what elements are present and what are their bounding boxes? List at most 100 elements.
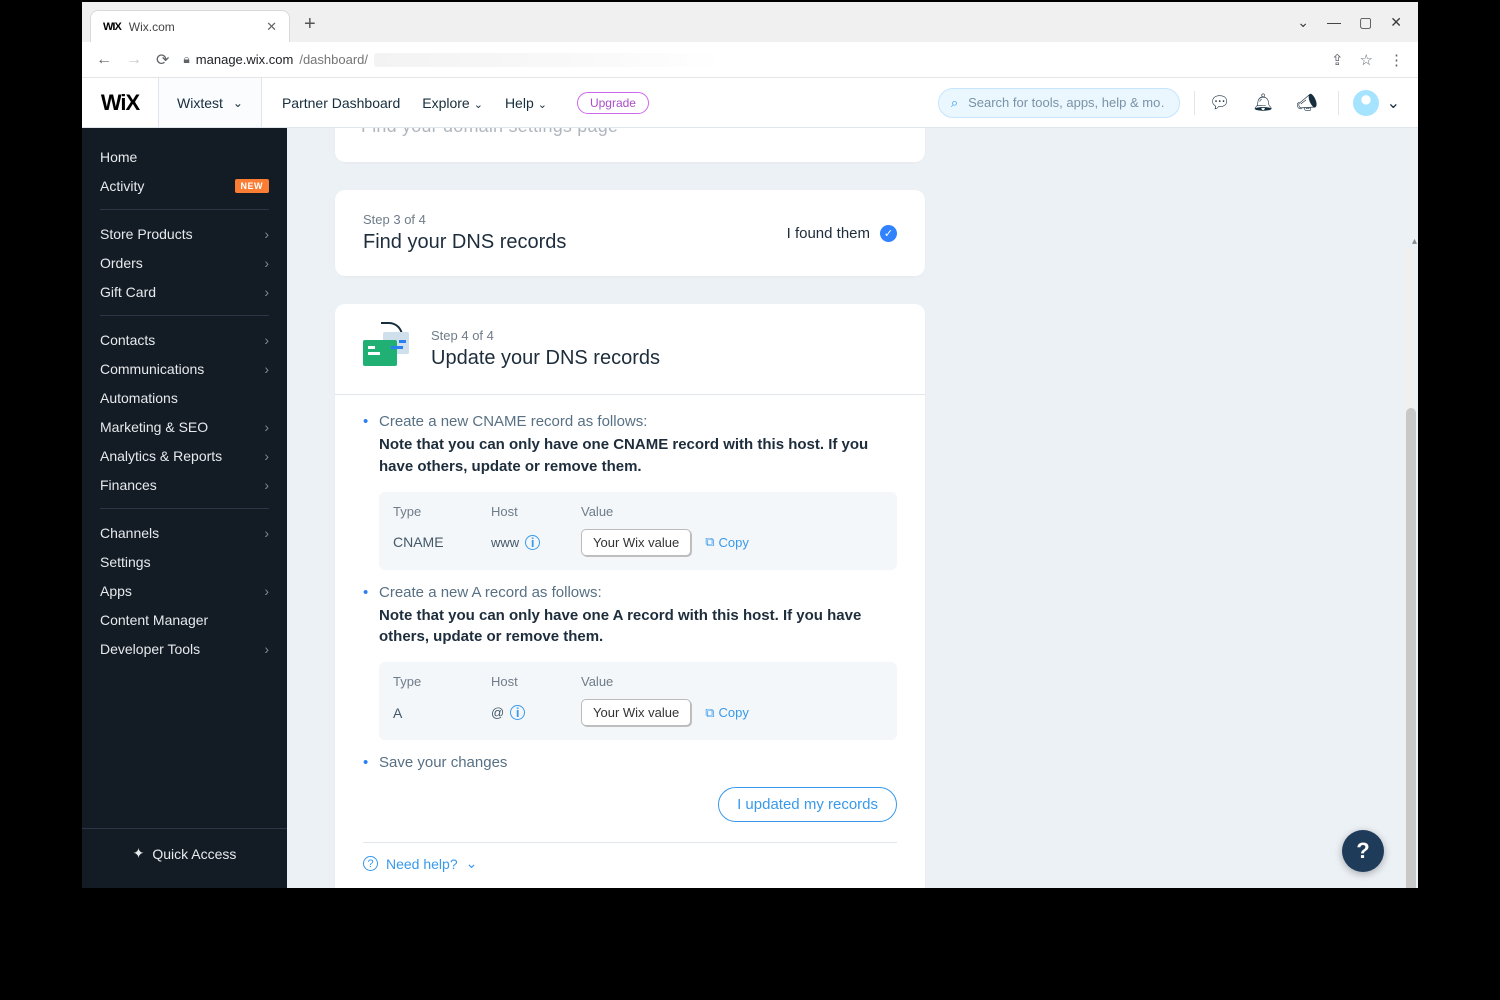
sidebar-item-communications[interactable]: Communications› xyxy=(100,354,269,383)
save-changes-line: Save your changes xyxy=(379,754,507,771)
minimize-icon[interactable]: — xyxy=(1327,14,1341,30)
sidebar-item-label: Gift Card xyxy=(100,284,156,300)
reload-icon[interactable]: ⟳ xyxy=(156,50,169,70)
maximize-icon[interactable]: ▢ xyxy=(1359,14,1372,31)
sidebar-item-analytics-reports[interactable]: Analytics & Reports › xyxy=(100,441,269,470)
chevron-right-icon: › xyxy=(264,448,269,464)
chevron-right-icon: › xyxy=(264,226,269,242)
instruction-item: Create a new CNAME record as follows: No… xyxy=(363,413,897,570)
back-icon[interactable]: ← xyxy=(96,51,112,69)
col-value: Value xyxy=(581,674,613,689)
col-type: Type xyxy=(393,674,491,689)
sidebar-item-finances[interactable]: Finances› xyxy=(100,470,269,499)
instruction-item: Save your changes xyxy=(363,754,897,771)
bell-icon[interactable]: 🔔︎ xyxy=(1252,93,1274,113)
sidebar-item-label: Communications xyxy=(100,361,204,377)
scrollbar-track[interactable] xyxy=(1406,248,1416,890)
search-icon: ⌕ xyxy=(951,95,958,111)
card-step-2-title: Find your domain settings page xyxy=(361,128,899,144)
cname-type: CNAME xyxy=(393,534,491,550)
chevron-down-icon[interactable]: ⌄ xyxy=(1297,14,1309,31)
col-type: Type xyxy=(393,504,491,519)
megaphone-icon[interactable]: 📣︎ xyxy=(1296,93,1318,113)
sidebar-item-channels[interactable]: Channels› xyxy=(100,518,269,547)
quick-access-button[interactable]: ✦ Quick Access xyxy=(82,828,287,878)
chevron-down-icon: ⌄ xyxy=(538,99,547,111)
a-host: @ xyxy=(491,705,504,720)
sidebar-item-label: Orders xyxy=(100,255,143,271)
card-step-2: Find your domain settings page xyxy=(335,128,925,162)
step-label: Step 4 of 4 xyxy=(431,328,660,343)
sidebar-item-content-manager[interactable]: Content Manager xyxy=(100,605,269,634)
card-step-4: Step 4 of 4 Update your DNS records Crea… xyxy=(335,304,925,890)
cname-host: www xyxy=(491,535,519,550)
bookmark-icon[interactable]: ☆ xyxy=(1360,51,1373,69)
chevron-down-icon: ⌄ xyxy=(1387,93,1400,113)
scrollbar-thumb[interactable] xyxy=(1406,408,1416,890)
sidebar-item-gift-card[interactable]: Gift Card › xyxy=(100,277,269,306)
url-host: manage.wix.com xyxy=(196,52,294,67)
lock-icon: 🔒︎ xyxy=(183,52,189,67)
sidebar-item-developer-tools[interactable]: Developer Tools› xyxy=(100,634,269,663)
updated-records-button[interactable]: I updated my records xyxy=(718,787,897,822)
nav-help[interactable]: Help⌄ xyxy=(505,95,547,111)
close-window-icon[interactable]: ✕ xyxy=(1390,14,1402,31)
avatar-icon xyxy=(1353,90,1379,116)
copy-a-button[interactable]: ⧉Copy xyxy=(705,705,749,721)
step-title: Update your DNS records xyxy=(431,347,660,370)
sidebar-item-marketing-seo[interactable]: Marketing & SEO› xyxy=(100,412,269,441)
chevron-right-icon: › xyxy=(264,641,269,657)
main-content: Find your domain settings page Step 3 of… xyxy=(287,128,1418,890)
browser-tab[interactable]: WIX Wix.com ✕ xyxy=(90,10,290,42)
kebab-menu-icon[interactable]: ⋮ xyxy=(1389,51,1404,69)
close-tab-icon[interactable]: ✕ xyxy=(266,19,277,35)
tab-title: Wix.com xyxy=(129,20,258,34)
sidebar-item-automations[interactable]: Automations xyxy=(100,383,269,412)
card-step-3: Step 3 of 4 Find your DNS records I foun… xyxy=(335,190,925,276)
a-value: Your Wix value xyxy=(581,699,691,726)
chevron-right-icon: › xyxy=(264,525,269,541)
quick-access-label: Quick Access xyxy=(152,846,236,862)
need-help-link[interactable]: ? Need help? ⌄ xyxy=(363,842,897,872)
a-record-table: Type Host Value A @i Your Wix value ⧉Cop… xyxy=(379,662,897,740)
site-picker[interactable]: Wixtest ⌄ xyxy=(158,78,262,127)
nav-explore[interactable]: Explore⌄ xyxy=(422,95,483,111)
sidebar-item-apps[interactable]: Apps› xyxy=(100,576,269,605)
help-fab-button[interactable]: ? xyxy=(1342,830,1384,872)
share-icon[interactable]: ⇪ xyxy=(1331,51,1344,69)
chat-icon[interactable]: 💬︎ xyxy=(1209,93,1231,113)
info-icon[interactable]: i xyxy=(525,535,540,550)
forward-icon: → xyxy=(126,51,142,69)
a-type: A xyxy=(393,705,491,721)
sidebar-item-settings[interactable]: Settings xyxy=(100,547,269,576)
new-badge: NEW xyxy=(235,179,270,193)
chevron-right-icon: › xyxy=(264,284,269,300)
step-label: Step 3 of 4 xyxy=(363,212,566,227)
sidebar-item-contacts[interactable]: Contacts› xyxy=(100,325,269,354)
col-value: Value xyxy=(581,504,613,519)
info-icon[interactable]: i xyxy=(510,705,525,720)
site-picker-label: Wixtest xyxy=(177,95,223,111)
found-them-button[interactable]: I found them ✓ xyxy=(787,225,897,242)
url-field[interactable]: 🔒︎ manage.wix.com/dashboard/ xyxy=(183,52,1317,67)
sidebar-item-activity[interactable]: ActivityNEW xyxy=(100,171,269,200)
scroll-up-icon[interactable]: ▴ xyxy=(1412,236,1417,247)
copy-cname-button[interactable]: ⧉Copy xyxy=(705,534,749,550)
sidebar: Home ActivityNEW Store Products›Orders›G… xyxy=(82,128,287,890)
search-input[interactable] xyxy=(966,94,1167,111)
sidebar-item-label: Settings xyxy=(100,554,151,570)
nav-partner-dashboard[interactable]: Partner Dashboard xyxy=(282,95,400,111)
check-circle-icon: ✓ xyxy=(880,225,897,242)
copy-icon: ⧉ xyxy=(705,534,714,550)
upgrade-button[interactable]: Upgrade xyxy=(577,92,649,114)
global-search[interactable]: ⌕ xyxy=(938,88,1180,118)
sidebar-item-label: Analytics & Reports xyxy=(100,448,222,464)
sidebar-item-store-products[interactable]: Store Products› xyxy=(100,219,269,248)
wix-top-bar: WiX Wixtest ⌄ Partner Dashboard Explore⌄… xyxy=(82,78,1418,128)
new-tab-button[interactable]: + xyxy=(304,13,316,36)
sidebar-item-label: Contacts xyxy=(100,332,155,348)
sidebar-item-orders[interactable]: Orders› xyxy=(100,248,269,277)
wix-logo[interactable]: WiX xyxy=(82,90,158,116)
account-menu[interactable]: ⌄ xyxy=(1353,90,1418,116)
sidebar-item-home[interactable]: Home xyxy=(100,142,269,171)
